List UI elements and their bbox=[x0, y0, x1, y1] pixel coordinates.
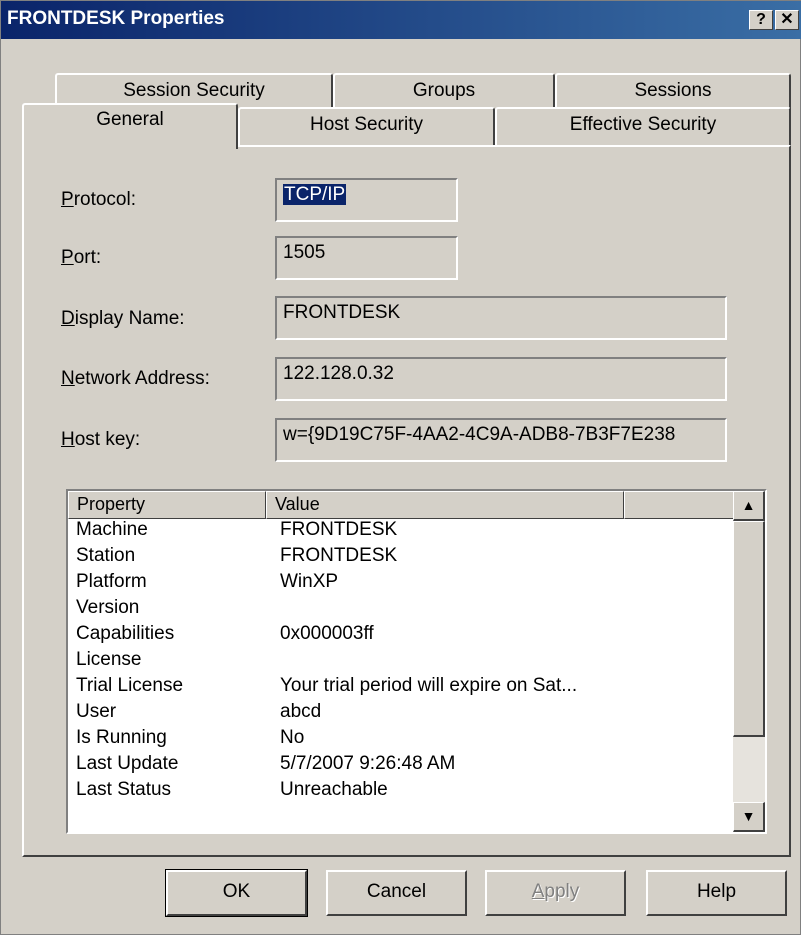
network-address-value: 122.128.0.32 bbox=[283, 363, 394, 384]
apply-button[interactable]: Apply bbox=[485, 870, 626, 916]
host-key-field[interactable]: w={9D19C75F-4AA2-4C9A-ADB8-7B3F7E238 bbox=[275, 418, 727, 462]
tab-host-security[interactable]: Host Security bbox=[238, 107, 495, 147]
port-label: Port: bbox=[61, 247, 102, 268]
protocol-value: TCP/IP bbox=[283, 184, 347, 205]
column-header-extra[interactable] bbox=[624, 491, 735, 519]
host-key-label: Host key: bbox=[61, 429, 141, 450]
tab-sessions[interactable]: Sessions bbox=[555, 73, 791, 111]
help-button[interactable]: ? bbox=[749, 10, 773, 30]
scroll-down-button[interactable]: ▼ bbox=[733, 802, 765, 832]
protocol-field[interactable]: TCP/IP bbox=[275, 178, 458, 222]
column-header-property[interactable]: Property bbox=[68, 491, 266, 519]
scroll-thumb[interactable] bbox=[733, 521, 765, 737]
network-address-field[interactable]: 122.128.0.32 bbox=[275, 357, 727, 401]
port-value: 1505 bbox=[283, 242, 326, 263]
close-button[interactable]: ✕ bbox=[775, 10, 799, 30]
tab-effective-security[interactable]: Effective Security bbox=[495, 107, 791, 147]
ok-button[interactable]: OK bbox=[165, 869, 308, 917]
display-name-label: Display Name: bbox=[61, 308, 185, 329]
scroll-up-button[interactable]: ▲ bbox=[733, 491, 765, 521]
display-name-value: FRONTDESK bbox=[283, 302, 401, 323]
properties-dialog: FRONTDESK Properties ? ✕ Session Securit… bbox=[0, 0, 801, 935]
cancel-button[interactable]: Cancel bbox=[326, 870, 467, 916]
vertical-scrollbar[interactable]: ▲ ▼ bbox=[733, 491, 765, 832]
title-bar: FRONTDESK Properties ? ✕ bbox=[1, 1, 801, 39]
display-name-field[interactable]: FRONTDESK bbox=[275, 296, 727, 340]
property-list[interactable]: Property Value Machine FRONTDESK Station F… bbox=[66, 489, 767, 834]
tab-groups[interactable]: Groups bbox=[333, 73, 555, 111]
help-dialog-button[interactable]: Help bbox=[646, 870, 787, 916]
port-field[interactable]: 1505 bbox=[275, 236, 458, 280]
protocol-label: Protocol: bbox=[61, 189, 136, 210]
network-address-label: Network Address: bbox=[61, 368, 210, 389]
host-key-value: w={9D19C75F-4AA2-4C9A-ADB8-7B3F7E238 bbox=[283, 424, 676, 445]
column-header-value[interactable]: Value bbox=[266, 491, 624, 519]
window-title: FRONTDESK Properties bbox=[7, 8, 225, 29]
tab-general[interactable]: General bbox=[22, 103, 238, 149]
